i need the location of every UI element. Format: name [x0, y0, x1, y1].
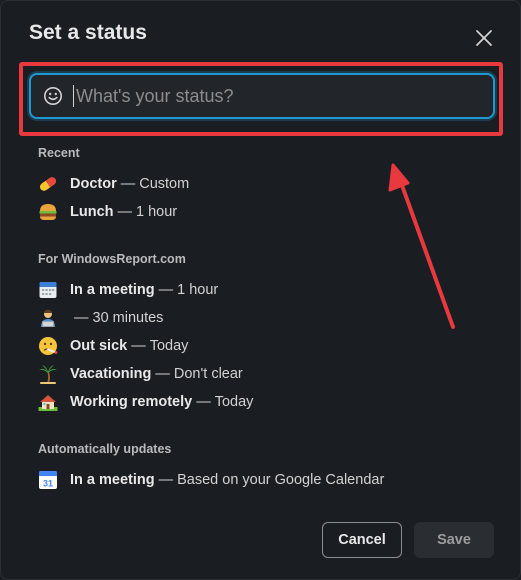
commuting-icon [37, 307, 59, 329]
status-name: Doctor [70, 176, 117, 192]
status-detail: Don't clear [173, 366, 243, 382]
hamburger-icon [37, 201, 59, 223]
calendar-day-badge: 31 [43, 479, 53, 489]
status-name: Out sick [70, 338, 128, 354]
annotation-highlight-box [19, 62, 503, 136]
status-name: In a meeting [70, 472, 155, 488]
status-separator: — [120, 176, 136, 192]
section-header-recent: Recent [38, 146, 80, 160]
status-name: Lunch [70, 204, 114, 220]
status-detail: Custom [139, 176, 190, 192]
status-detail: Today [149, 338, 189, 354]
house-icon [37, 391, 59, 413]
status-option-lunch[interactable]: Lunch — 1 hour [37, 200, 177, 224]
close-button[interactable] [469, 23, 499, 53]
status-separator: — [74, 310, 89, 326]
status-detail: 1 hour [136, 204, 178, 220]
status-separator: — [117, 204, 133, 220]
status-separator: — [131, 338, 146, 354]
google-calendar-icon: 31 [37, 469, 59, 491]
status-separator: — [158, 282, 174, 298]
status-name: In a meeting [70, 282, 155, 298]
status-detail: Today [214, 394, 254, 410]
status-option-working-remotely[interactable]: Working remotely — Today [37, 390, 253, 414]
status-option-doctor[interactable]: Doctor — Custom [37, 172, 189, 196]
status-option-out-sick[interactable]: Out sick — Today [37, 334, 188, 358]
section-header-workspace: For WindowsReport.com [38, 252, 186, 266]
close-icon [476, 30, 492, 46]
palm-tree-icon [37, 363, 59, 385]
set-status-dialog: Set a status Recent [0, 0, 521, 580]
save-button[interactable]: Save [414, 522, 494, 558]
status-option-google-calendar-meeting[interactable]: 31 In a meeting — Based on your Google C… [37, 468, 384, 492]
thermometer-face-icon [37, 335, 59, 357]
cancel-button[interactable]: Cancel [322, 522, 402, 558]
status-detail: 30 minutes [92, 310, 164, 326]
dialog-title: Set a status [29, 21, 147, 44]
section-header-auto-updates: Automatically updates [38, 442, 172, 456]
status-name: Vacationing [70, 366, 152, 382]
status-detail: 1 hour [177, 282, 219, 298]
status-option-in-a-meeting[interactable]: In a meeting — 1 hour [37, 278, 218, 302]
status-separator: — [155, 366, 170, 382]
status-option-vacationing[interactable]: Vacationing — Don't clear [37, 362, 243, 386]
status-separator: — [158, 472, 174, 488]
status-name: Working remotely [70, 394, 193, 410]
status-separator: — [196, 394, 211, 410]
status-detail: Based on your Google Calendar [177, 472, 385, 488]
pill-icon [37, 173, 59, 195]
calendar-icon [37, 279, 59, 301]
status-option-commuting[interactable]: — 30 minutes [37, 306, 163, 330]
